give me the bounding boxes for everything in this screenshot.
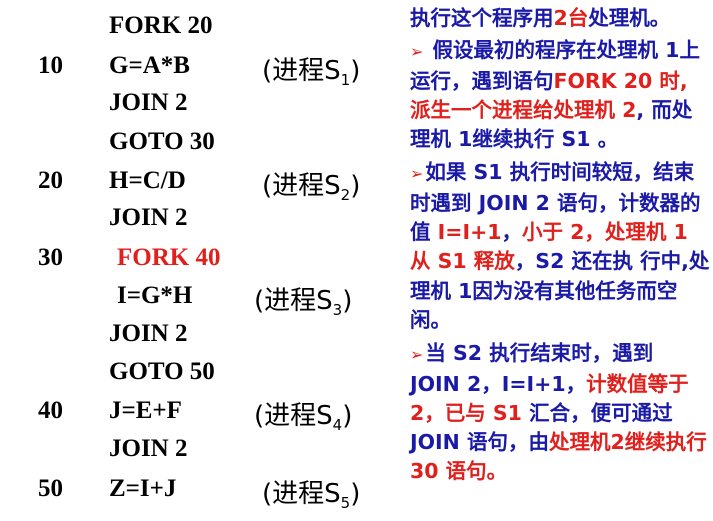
note-paragraph-3: ➢当 S2 执行结束时，遇到 JOIN 2，I=I+1，计数值等于2，已与 S1… <box>410 341 707 484</box>
code-stmt: JOIN 2 <box>109 89 188 116</box>
code-stmt: I=G*H <box>117 282 193 309</box>
code-stmt: JOIN 2 <box>109 320 188 347</box>
process-label: (进程S1) <box>262 56 361 89</box>
note-paragraph-2: ➢如果 S1 执行时间较短，结束时遇到 JOIN 2 语句，计数器的值 I=I+… <box>410 160 710 332</box>
process-label: (进程S5) <box>262 479 361 512</box>
code-listing: FORK 20 10 G=A*B (进程S1) JOIN 2 GOTO 30 2… <box>0 0 400 521</box>
line-number: 50 <box>38 475 63 502</box>
code-stmt: GOTO 50 <box>109 358 215 385</box>
process-label: (进程S4) <box>254 401 353 434</box>
code-stmt: JOIN 2 <box>109 204 188 231</box>
process-label: (进程S2) <box>262 171 361 204</box>
arrow-bullet-icon: ➢ <box>410 164 424 184</box>
line-number: 10 <box>38 52 63 79</box>
process-label: (进程S3) <box>254 286 353 319</box>
note-paragraph-1: ➢ 假设最初的程序在处理机 1上运行，遇到语句FORK 20 时, 派生一个进程… <box>410 38 700 152</box>
code-stmt: J=E+F <box>109 397 182 424</box>
line-number: 20 <box>38 167 63 194</box>
arrow-bullet-icon: ➢ <box>410 42 424 62</box>
intro-line: 执行这个程序用2台处理机。 <box>410 6 671 30</box>
code-stmt: FORK 20 <box>109 12 213 39</box>
code-stmt: Z=I+J <box>109 475 177 502</box>
explanation-notes: 执行这个程序用2台处理机。 ➢ 假设最初的程序在处理机 1上运行，遇到语句FOR… <box>410 4 710 487</box>
arrow-bullet-icon: ➢ <box>410 345 424 365</box>
line-number: 40 <box>38 397 63 424</box>
code-stmt: G=A*B <box>109 52 190 79</box>
code-stmt-highlight: FORK 40 <box>117 244 221 271</box>
code-stmt: H=C/D <box>109 167 186 194</box>
code-stmt: GOTO 30 <box>109 128 215 155</box>
line-number: 30 <box>38 244 63 271</box>
code-stmt: JOIN 2 <box>109 435 188 462</box>
